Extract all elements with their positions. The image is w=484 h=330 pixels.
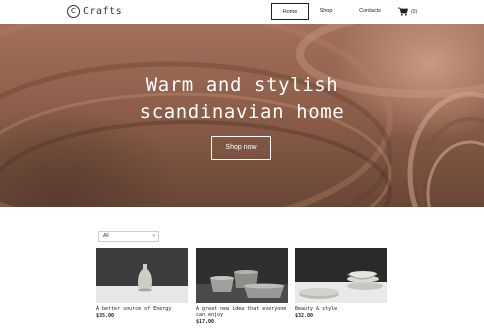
product-title[interactable]: A great new idea that everyone can enjoy <box>196 306 288 318</box>
product-price: $32.00 <box>295 313 314 319</box>
logo[interactable]: C Crafts <box>67 5 122 18</box>
product-card[interactable]: A great new idea that everyone can enjoy… <box>196 248 288 325</box>
nav-contacts[interactable]: Contacts <box>347 3 393 20</box>
hero-banner: Warm and stylish scandinavian home Shop … <box>0 24 484 207</box>
hero-title: Warm and stylish scandinavian home <box>0 72 484 126</box>
product-price: $17.00 <box>196 319 215 325</box>
brand-name: Crafts <box>83 6 123 17</box>
cart-button[interactable]: (0) <box>398 7 417 16</box>
nav-shop[interactable]: Shop <box>309 3 343 20</box>
cart-icon <box>398 7 408 16</box>
bowls-image[interactable] <box>196 248 288 303</box>
filter-selected-value: All <box>103 233 109 239</box>
header: C Crafts Home Shop Contacts (0) <box>0 0 484 24</box>
vase-image[interactable] <box>96 248 188 303</box>
hero-title-line2: scandinavian home <box>139 101 345 123</box>
nav-home[interactable]: Home <box>271 3 309 20</box>
product-price: $35.00 <box>96 313 115 319</box>
main-nav: Home Shop Contacts (0) <box>271 3 417 20</box>
chevron-down-icon: ▾ <box>152 233 155 239</box>
logo-icon: C <box>67 5 80 18</box>
product-card[interactable]: A better source of Energy $35.00 <box>96 248 188 319</box>
category-filter-select[interactable]: All ▾ <box>98 231 159 242</box>
shop-now-button[interactable]: Shop now <box>211 136 271 160</box>
product-card[interactable]: Beauty & style $32.00 <box>295 248 387 319</box>
product-title[interactable]: Beauty & style <box>295 306 387 312</box>
product-title[interactable]: A better source of Energy <box>96 306 188 312</box>
hero-title-line1: Warm and stylish <box>145 74 339 96</box>
cart-count: (0) <box>411 8 418 15</box>
dishes-image[interactable] <box>295 248 387 303</box>
